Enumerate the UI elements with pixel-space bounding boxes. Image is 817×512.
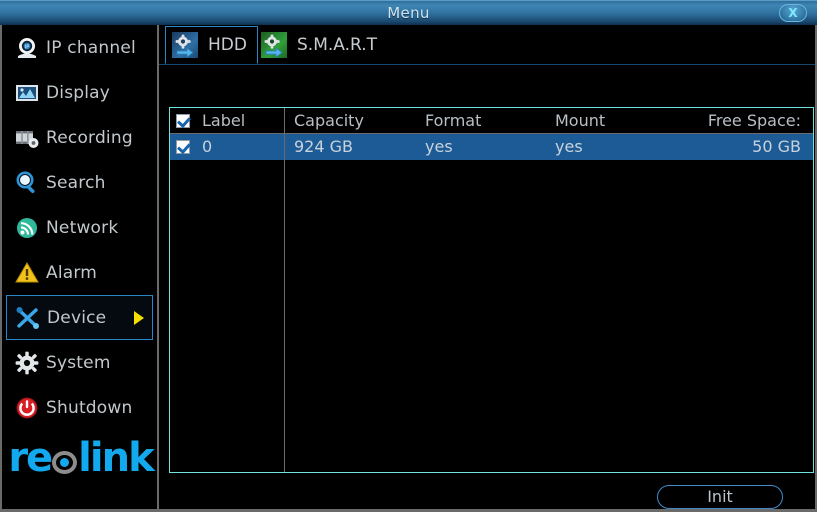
logo-eye-icon bbox=[52, 450, 78, 474]
sidebar-item-display[interactable]: Display bbox=[6, 70, 153, 115]
reolink-logo: re link bbox=[2, 435, 159, 481]
close-icon[interactable]: X bbox=[779, 4, 807, 22]
gear-icon bbox=[14, 350, 40, 376]
column-header-mount[interactable]: Mount bbox=[549, 108, 679, 133]
cell-free-space: 50 GB bbox=[752, 137, 801, 156]
init-button[interactable]: Init bbox=[657, 485, 783, 509]
table-header-row: Label Capacity Format Mount Free Space: bbox=[170, 108, 813, 134]
tab-smart[interactable]: S.M.A.R.T bbox=[255, 26, 387, 64]
tabstrip: HDD S.M.A.R.T bbox=[159, 25, 815, 65]
cell-mount: yes bbox=[555, 137, 583, 156]
svg-text:IP: IP bbox=[25, 44, 30, 50]
tools-icon bbox=[15, 305, 41, 331]
network-signal-icon bbox=[14, 215, 40, 241]
magnifier-icon bbox=[14, 170, 40, 196]
sidebar-item-network[interactable]: Network bbox=[6, 205, 153, 250]
logo-prefix: re bbox=[8, 435, 53, 481]
logo-suffix: link bbox=[78, 435, 154, 481]
row-checkbox[interactable] bbox=[170, 134, 196, 160]
power-icon bbox=[14, 395, 40, 421]
table-row[interactable]: 0 924 GB yes yes 50 GB bbox=[170, 134, 813, 160]
sidebar-item-label: Device bbox=[47, 307, 107, 328]
select-all-checkbox[interactable] bbox=[170, 108, 196, 133]
recording-icon bbox=[14, 125, 40, 151]
sidebar-item-alarm[interactable]: Alarm bbox=[6, 250, 153, 295]
window-titlebar: Menu X bbox=[0, 0, 817, 25]
tab-label: HDD bbox=[208, 35, 247, 55]
hdd-gear-icon bbox=[172, 32, 198, 59]
checkbox-icon bbox=[176, 140, 190, 154]
sidebar-item-label: Recording bbox=[46, 127, 133, 148]
nvr-menu-window: Menu X IP IP channel Display Recording S… bbox=[0, 0, 817, 512]
column-header-capacity[interactable]: Capacity bbox=[284, 108, 419, 133]
sidebar-item-label: Display bbox=[46, 82, 111, 103]
display-icon bbox=[14, 80, 40, 106]
camera-icon: IP bbox=[14, 35, 40, 61]
column-header-free-space[interactable]: Free Space: bbox=[679, 108, 813, 133]
chevron-right-icon bbox=[134, 310, 144, 325]
column-header-label[interactable]: Label bbox=[196, 108, 284, 133]
window-title: Menu bbox=[387, 4, 430, 22]
smart-gear-icon bbox=[261, 32, 287, 59]
sidebar-item-ip-channel[interactable]: IP IP channel bbox=[6, 25, 153, 70]
window-body: IP IP channel Display Recording Search N… bbox=[0, 25, 817, 512]
sidebar-item-device[interactable]: Device bbox=[6, 295, 153, 340]
tab-label: S.M.A.R.T bbox=[297, 35, 377, 55]
sidebar: IP IP channel Display Recording Search N… bbox=[2, 25, 159, 509]
sidebar-item-recording[interactable]: Recording bbox=[6, 115, 153, 160]
warning-triangle-icon bbox=[14, 260, 40, 286]
sidebar-item-label: Shutdown bbox=[46, 397, 133, 418]
tab-hdd[interactable]: HDD bbox=[165, 26, 258, 64]
sidebar-item-shutdown[interactable]: Shutdown bbox=[6, 385, 153, 430]
cell-label: 0 bbox=[202, 137, 213, 156]
sidebar-item-label: System bbox=[46, 352, 111, 373]
sidebar-item-label: Network bbox=[46, 217, 119, 238]
content-panel: HDD S.M.A.R.T Label Capacity Format Moun… bbox=[159, 25, 815, 509]
sidebar-item-system[interactable]: System bbox=[6, 340, 153, 385]
column-divider bbox=[284, 108, 285, 472]
cell-format: yes bbox=[425, 137, 453, 156]
cell-capacity: 924 GB bbox=[294, 137, 353, 156]
hdd-table: Label Capacity Format Mount Free Space: … bbox=[169, 107, 814, 473]
checkbox-icon bbox=[176, 113, 190, 128]
logo-text: re link bbox=[8, 435, 154, 481]
sidebar-item-search[interactable]: Search bbox=[6, 160, 153, 205]
sidebar-item-label: Alarm bbox=[46, 262, 98, 283]
column-header-format[interactable]: Format bbox=[419, 108, 549, 133]
sidebar-item-label: IP channel bbox=[46, 37, 136, 58]
sidebar-item-label: Search bbox=[46, 172, 106, 193]
